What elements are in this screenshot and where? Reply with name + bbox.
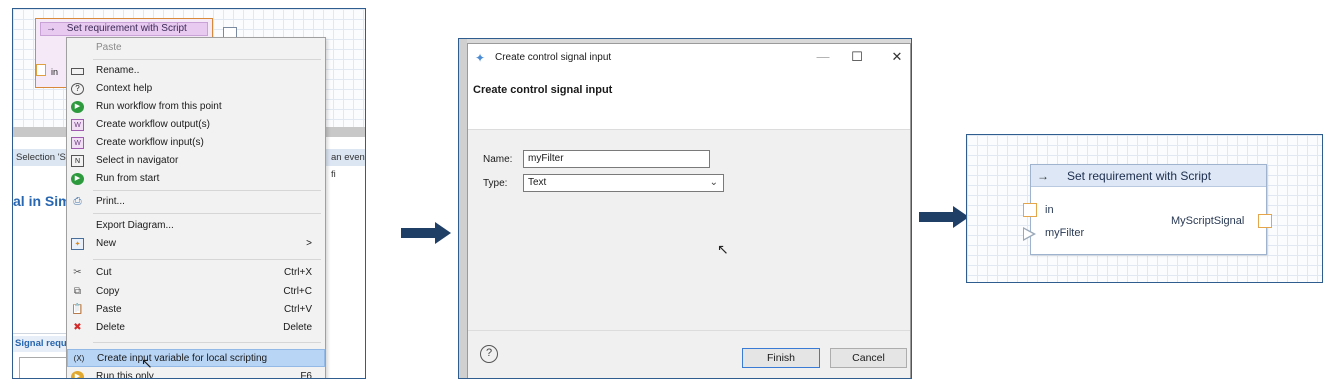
menu-separator bbox=[93, 213, 321, 214]
menu-separator bbox=[93, 59, 321, 60]
output-port[interactable] bbox=[1258, 214, 1272, 228]
variable-icon: (X) bbox=[73, 354, 85, 363]
step-arrow-icon bbox=[401, 222, 451, 244]
chevron-right-icon: > bbox=[306, 238, 312, 249]
close-icon[interactable]: ✕ bbox=[886, 48, 908, 66]
run-icon: ▶ bbox=[71, 101, 84, 113]
workflow-output-icon: W bbox=[71, 119, 84, 131]
rename-icon bbox=[71, 68, 84, 75]
type-select[interactable]: Text ⌄ bbox=[523, 174, 724, 192]
context-menu: Paste Rename.. ? Context help ▶ Run work… bbox=[66, 37, 326, 378]
node-header: → Set requirement with Script bbox=[40, 22, 208, 36]
type-label: Type: bbox=[483, 178, 508, 189]
menu-item-run-workflow-from-point[interactable]: ▶ Run workflow from this point bbox=[67, 98, 325, 116]
copy-icon: ⧉ bbox=[73, 286, 82, 297]
cut-icon: ✂ bbox=[73, 267, 82, 278]
background-strip bbox=[459, 39, 467, 378]
menu-item-paste-disabled: Paste bbox=[96, 42, 122, 53]
mouse-cursor-icon: ↖ bbox=[141, 355, 153, 371]
run-icon: ▶ bbox=[71, 173, 84, 185]
signal-table bbox=[19, 357, 69, 378]
name-value: myFilter bbox=[528, 153, 564, 164]
name-label: Name: bbox=[483, 154, 513, 165]
menu-item-paste[interactable]: 📋 Paste Ctrl+V bbox=[67, 301, 325, 319]
type-value: Text bbox=[528, 177, 547, 188]
minimize-icon[interactable]: — bbox=[812, 48, 834, 66]
menu-separator bbox=[93, 342, 321, 343]
window-title: Create control signal input bbox=[495, 52, 612, 63]
menu-separator bbox=[93, 190, 321, 191]
menu-item-context-help[interactable]: ? Context help bbox=[67, 80, 325, 98]
node-title: Set requirement with Script bbox=[66, 23, 187, 34]
arrow-icon: → bbox=[46, 23, 56, 34]
menu-item-copy[interactable]: ⧉ Copy Ctrl+C bbox=[67, 283, 325, 301]
control-input-port-icon[interactable] bbox=[1023, 227, 1036, 241]
help-icon: ? bbox=[71, 83, 84, 95]
workflow-node[interactable]: → Set requirement with Script in myFilte… bbox=[1023, 164, 1272, 255]
new-icon: ✦ bbox=[71, 238, 84, 250]
arrow-icon: → bbox=[1037, 169, 1049, 183]
run-icon: ▶ bbox=[71, 371, 84, 378]
delete-icon: ✖ bbox=[73, 322, 82, 333]
output-port-label: MyScriptSignal bbox=[1171, 215, 1245, 227]
control-port-label: myFilter bbox=[1045, 227, 1085, 239]
maximize-icon[interactable]: ☐ bbox=[846, 48, 868, 66]
name-field[interactable]: myFilter bbox=[523, 150, 710, 168]
menu-item-print[interactable]: ⎙ Print... bbox=[67, 193, 325, 211]
finish-button[interactable]: Finish bbox=[742, 348, 820, 368]
result-canvas-panel[interactable]: → Set requirement with Script in myFilte… bbox=[966, 134, 1323, 283]
input-port-label: in bbox=[51, 67, 59, 77]
create-signal-dialog-panel: ✦ Create control signal input — ☐ ✕ Crea… bbox=[458, 38, 912, 379]
signal-section-label: Signal requi bbox=[13, 336, 73, 352]
help-icon[interactable]: ? bbox=[480, 345, 498, 363]
input-port[interactable] bbox=[36, 64, 46, 76]
app-icon: ✦ bbox=[475, 51, 486, 65]
menu-item-delete[interactable]: ✖ Delete Delete bbox=[67, 319, 325, 337]
menu-item-rename[interactable]: Rename.. bbox=[67, 62, 325, 80]
dialog-heading: Create control signal input bbox=[473, 84, 613, 96]
menu-item-cut[interactable]: ✂ Cut Ctrl+X bbox=[67, 264, 325, 282]
menu-separator bbox=[93, 259, 321, 260]
step-arrow-icon bbox=[919, 206, 969, 228]
menu-item-export-diagram[interactable]: Export Diagram... bbox=[67, 217, 325, 235]
input-port[interactable] bbox=[1023, 203, 1037, 217]
menu-item-run-from-start[interactable]: ▶ Run from start bbox=[67, 170, 325, 188]
menu-item-new[interactable]: ✦ New > bbox=[67, 235, 325, 253]
menu-item-create-input-variable[interactable]: (X) Create input variable for local scri… bbox=[67, 349, 325, 367]
status-text-right: an even fi bbox=[331, 152, 365, 180]
context-menu-panel: → Set requirement with Script in Selecti… bbox=[12, 8, 366, 379]
input-port-label: in bbox=[1045, 204, 1054, 216]
mouse-cursor-icon: ↖ bbox=[717, 241, 729, 257]
cancel-button[interactable]: Cancel bbox=[830, 348, 907, 368]
node-title: Set requirement with Script bbox=[1067, 169, 1212, 183]
chevron-down-icon: ⌄ bbox=[709, 177, 718, 188]
menu-item-create-workflow-output[interactable]: W Create workflow output(s) bbox=[67, 116, 325, 134]
print-icon: ⎙ bbox=[73, 196, 82, 207]
paste-icon: 📋 bbox=[71, 304, 84, 315]
menu-item-select-in-navigator[interactable]: N Select in navigator bbox=[67, 152, 325, 170]
dialog-footer: ? Finish Cancel bbox=[468, 330, 910, 378]
navigator-icon: N bbox=[71, 155, 84, 167]
menu-item-create-workflow-input[interactable]: W Create workflow input(s) bbox=[67, 134, 325, 152]
dialog-titlebar[interactable]: ✦ Create control signal input — ☐ ✕ bbox=[468, 44, 910, 72]
workflow-input-icon: W bbox=[71, 137, 84, 149]
create-control-signal-dialog: ✦ Create control signal input — ☐ ✕ Crea… bbox=[467, 43, 911, 378]
node-header: → Set requirement with Script bbox=[1031, 165, 1266, 187]
menu-item-run-this-only[interactable]: ▶ Run this only F6 bbox=[67, 368, 325, 378]
content-area bbox=[13, 214, 71, 334]
dialog-banner: Create control signal input bbox=[468, 72, 910, 130]
status-text-left: Selection 'S bbox=[16, 152, 66, 163]
